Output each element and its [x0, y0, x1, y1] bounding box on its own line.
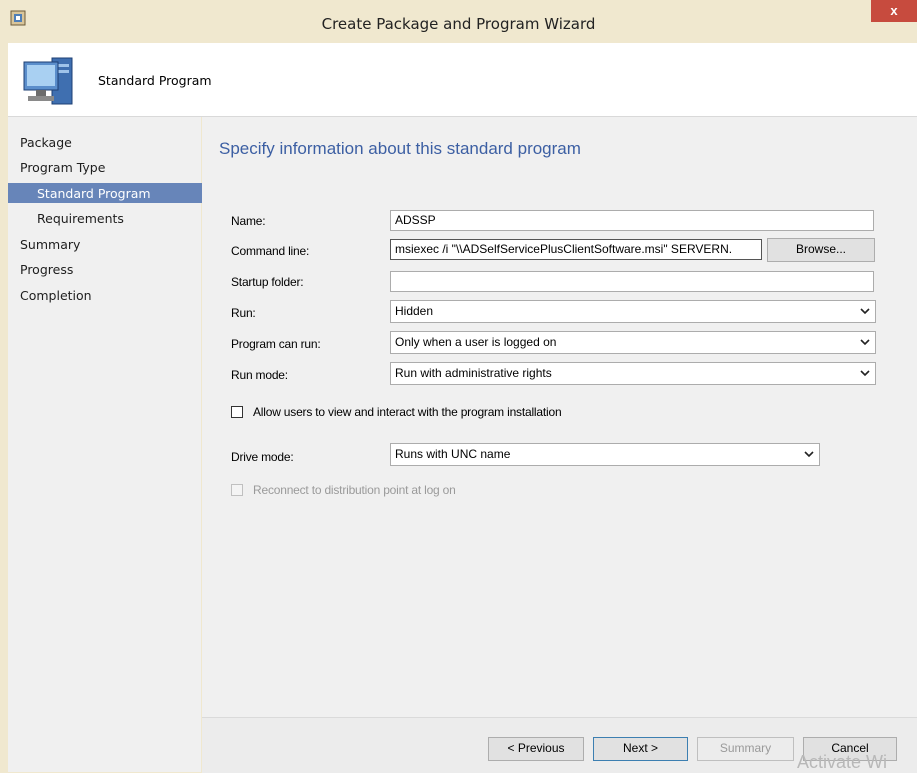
run-mode-select[interactable]: Run with administrative rights [390, 362, 876, 385]
title-bar: Create Package and Program Wizard x [0, 0, 917, 43]
name-input[interactable]: ADSSP [390, 210, 874, 231]
activate-windows-watermark: Activate Wi [797, 752, 888, 772]
program-can-run-value: Only when a user is logged on [395, 335, 557, 349]
wizard-window: Create Package and Program Wizard x Stan… [0, 0, 917, 773]
window-title: Create Package and Program Wizard [321, 15, 596, 33]
run-select[interactable]: Hidden [390, 300, 876, 323]
nav-item-program-type[interactable]: Program Type [20, 160, 105, 175]
previous-button[interactable]: < Previous [488, 737, 584, 761]
chevron-down-icon [860, 308, 870, 315]
nav-item-standard-program[interactable]: Standard Program [37, 186, 151, 201]
run-mode-value: Run with administrative rights [395, 366, 552, 380]
chevron-down-icon [860, 370, 870, 377]
chevron-down-icon [860, 339, 870, 346]
program-can-run-select[interactable]: Only when a user is logged on [390, 331, 876, 354]
reconnect-checkbox[interactable] [231, 484, 243, 496]
next-button[interactable]: Next > [593, 737, 688, 761]
nav-item-package[interactable]: Package [20, 135, 72, 150]
program-can-run-label: Program can run: [231, 337, 321, 351]
wizard-header: Standard Program [8, 43, 917, 117]
nav-item-summary[interactable]: Summary [20, 237, 80, 252]
chevron-down-icon [804, 451, 814, 458]
close-button[interactable]: x [871, 0, 917, 22]
command-line-input[interactable]: msiexec /i "\\ADSelfServicePlusClientSof… [390, 239, 762, 260]
window-border [0, 43, 8, 772]
allow-interact-label: Allow users to view and interact with th… [253, 405, 562, 419]
allow-interact-checkbox[interactable] [231, 406, 243, 418]
startup-folder-input[interactable] [390, 271, 874, 292]
nav-item-completion[interactable]: Completion [20, 288, 92, 303]
browse-button[interactable]: Browse... [767, 238, 875, 262]
reconnect-label: Reconnect to distribution point at log o… [253, 483, 456, 497]
command-line-label: Command line: [231, 244, 310, 258]
drive-mode-value: Runs with UNC name [395, 447, 511, 461]
summary-button[interactable]: Summary [697, 737, 794, 761]
run-label: Run: [231, 306, 256, 320]
run-select-value: Hidden [395, 304, 434, 318]
nav-item-progress[interactable]: Progress [20, 262, 73, 277]
run-mode-label: Run mode: [231, 368, 288, 382]
name-label: Name: [231, 214, 266, 228]
header-title: Standard Program [98, 73, 212, 88]
page-heading: Specify information about this standard … [219, 139, 581, 158]
drive-mode-select[interactable]: Runs with UNC name [390, 443, 820, 466]
startup-folder-label: Startup folder: [231, 275, 304, 289]
computer-icon [23, 57, 73, 105]
drive-mode-label: Drive mode: [231, 450, 294, 464]
nav-item-requirements[interactable]: Requirements [37, 211, 124, 226]
